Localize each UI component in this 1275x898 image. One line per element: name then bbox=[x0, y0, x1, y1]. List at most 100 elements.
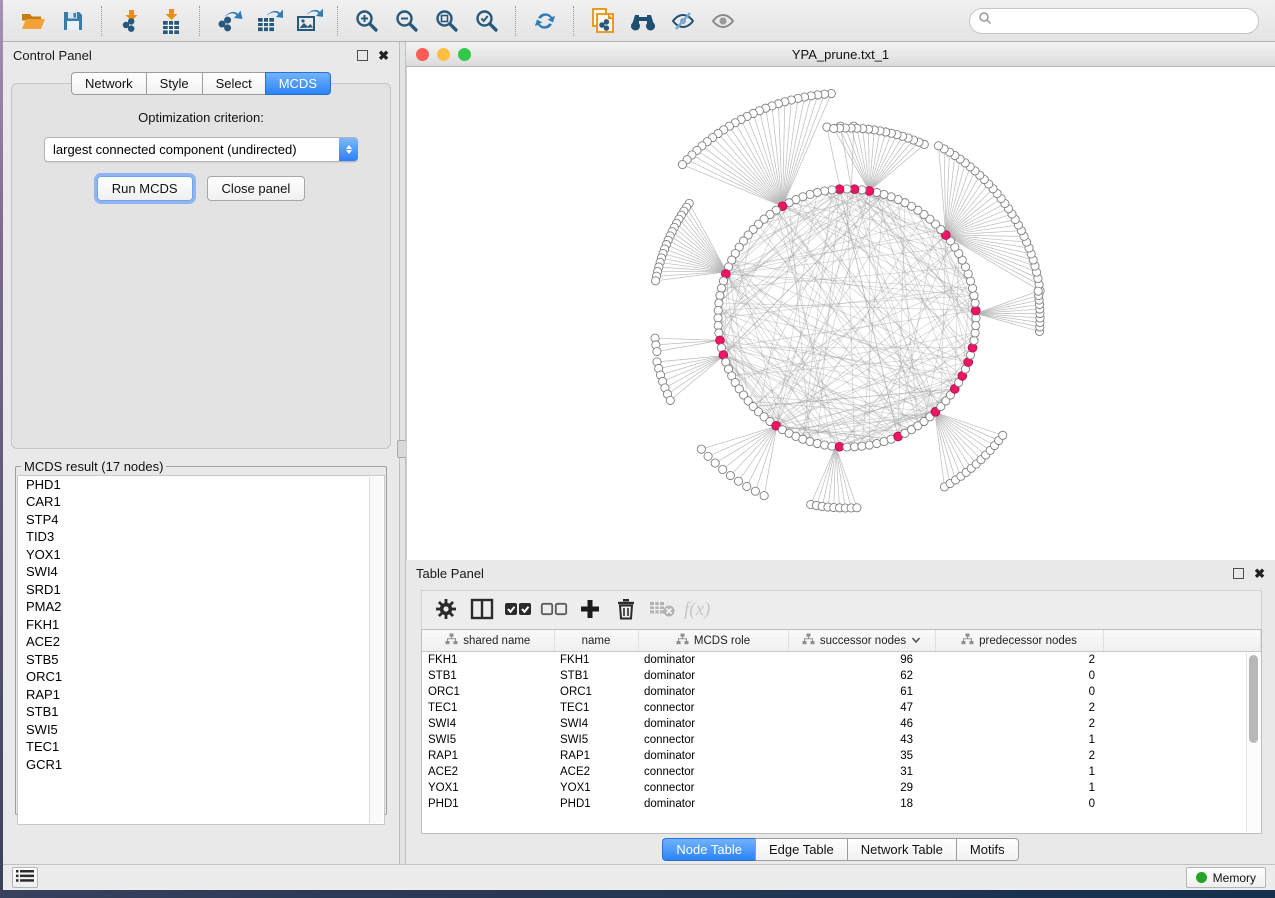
cell-predecessor-nodes[interactable]: 1 bbox=[935, 780, 1103, 796]
table-row[interactable]: PHD1PHD1dominator180 bbox=[422, 796, 1261, 812]
column-header-successor-nodes[interactable]: successor nodes bbox=[788, 630, 935, 652]
cell-predecessor-nodes[interactable]: 2 bbox=[935, 652, 1103, 669]
scrollbar-thumb[interactable] bbox=[1249, 655, 1258, 743]
tab-node-table[interactable]: Node Table bbox=[662, 838, 755, 861]
optimization-criterion-select[interactable]: largest connected component (undirected) bbox=[44, 137, 358, 162]
cell-MCDS-role[interactable]: connector bbox=[638, 780, 788, 796]
run-mcds-button[interactable]: Run MCDS bbox=[97, 176, 193, 201]
cell-successor-nodes[interactable]: 35 bbox=[788, 748, 935, 764]
delete-column-button[interactable] bbox=[610, 595, 642, 625]
cell-MCDS-role[interactable]: dominator bbox=[638, 716, 788, 732]
network-graph[interactable] bbox=[407, 67, 1274, 560]
network-canvas[interactable] bbox=[406, 67, 1275, 560]
show-hidden-button[interactable] bbox=[703, 4, 743, 38]
cell-shared-name[interactable]: SWI4 bbox=[422, 716, 554, 732]
mcds-result-item[interactable]: PMA2 bbox=[18, 599, 384, 617]
table-row[interactable]: ACE2ACE2connector311 bbox=[422, 764, 1261, 780]
cell-successor-nodes[interactable]: 47 bbox=[788, 700, 935, 716]
tab-style[interactable]: Style bbox=[146, 72, 202, 95]
cell-predecessor-nodes[interactable]: 1 bbox=[935, 764, 1103, 780]
table-row[interactable]: SWI5SWI5connector431 bbox=[422, 732, 1261, 748]
table-row[interactable]: RAP1RAP1dominator352 bbox=[422, 748, 1261, 764]
cell-shared-name[interactable]: SWI5 bbox=[422, 732, 554, 748]
window-minimize-button[interactable] bbox=[437, 48, 450, 61]
cell-predecessor-nodes[interactable]: 1 bbox=[935, 732, 1103, 748]
cell-MCDS-role[interactable]: dominator bbox=[638, 748, 788, 764]
add-column-button[interactable] bbox=[574, 595, 606, 625]
open-file-button[interactable] bbox=[13, 4, 53, 38]
cell-successor-nodes[interactable]: 43 bbox=[788, 732, 935, 748]
cell-MCDS-role[interactable]: connector bbox=[638, 764, 788, 780]
zoom-fit-button[interactable] bbox=[427, 4, 467, 38]
cell-predecessor-nodes[interactable]: 0 bbox=[935, 668, 1103, 684]
select-all-button[interactable] bbox=[502, 595, 534, 625]
cell-MCDS-role[interactable]: dominator bbox=[638, 684, 788, 700]
save-session-button[interactable] bbox=[53, 4, 93, 38]
cell-shared-name[interactable]: ORC1 bbox=[422, 684, 554, 700]
gear-button[interactable] bbox=[430, 595, 462, 625]
mcds-result-item[interactable]: STB5 bbox=[18, 651, 384, 669]
cell-predecessor-nodes[interactable]: 2 bbox=[935, 700, 1103, 716]
cell-successor-nodes[interactable]: 62 bbox=[788, 668, 935, 684]
cell-name[interactable]: STB1 bbox=[554, 668, 638, 684]
cell-successor-nodes[interactable]: 18 bbox=[788, 796, 935, 812]
memory-button[interactable]: Memory bbox=[1186, 867, 1266, 888]
export-network-button[interactable] bbox=[209, 4, 249, 38]
mcds-result-list[interactable]: PHD1CAR1STP4TID3YOX1SWI4SRD1PMA2FKH1ACE2… bbox=[17, 475, 385, 825]
cell-name[interactable]: PHD1 bbox=[554, 796, 638, 812]
zoom-out-button[interactable] bbox=[387, 4, 427, 38]
zoom-selected-button[interactable] bbox=[467, 4, 507, 38]
mcds-result-item[interactable]: STB1 bbox=[18, 704, 384, 722]
hide-selected-button[interactable] bbox=[663, 4, 703, 38]
task-history-button[interactable] bbox=[12, 867, 38, 888]
window-maximize-button[interactable] bbox=[458, 48, 471, 61]
mcds-result-item[interactable]: PHD1 bbox=[18, 476, 384, 494]
mcds-result-item[interactable]: TID3 bbox=[18, 529, 384, 547]
mcds-result-item[interactable]: SRD1 bbox=[18, 581, 384, 599]
cell-predecessor-nodes[interactable]: 2 bbox=[935, 716, 1103, 732]
cell-MCDS-role[interactable]: dominator bbox=[638, 652, 788, 669]
cell-MCDS-role[interactable]: dominator bbox=[638, 796, 788, 812]
mcds-result-item[interactable]: RAP1 bbox=[18, 686, 384, 704]
cell-name[interactable]: YOX1 bbox=[554, 780, 638, 796]
table-row[interactable]: FKH1FKH1dominator962 bbox=[422, 652, 1261, 669]
mcds-list-scrollbar[interactable] bbox=[369, 477, 383, 823]
column-header-name[interactable]: name bbox=[554, 630, 638, 652]
table-row[interactable]: SWI4SWI4dominator462 bbox=[422, 716, 1261, 732]
deselect-all-button[interactable] bbox=[538, 595, 570, 625]
mcds-result-item[interactable]: CAR1 bbox=[18, 494, 384, 512]
cell-name[interactable]: TEC1 bbox=[554, 700, 638, 716]
find-binoculars-button[interactable] bbox=[623, 4, 663, 38]
apply-layout-button[interactable] bbox=[525, 4, 565, 38]
mcds-result-item[interactable]: ACE2 bbox=[18, 634, 384, 652]
cell-successor-nodes[interactable]: 96 bbox=[788, 652, 935, 669]
search-box[interactable] bbox=[969, 8, 1259, 34]
cell-shared-name[interactable]: YOX1 bbox=[422, 780, 554, 796]
cell-MCDS-role[interactable]: dominator bbox=[638, 668, 788, 684]
zoom-in-button[interactable] bbox=[347, 4, 387, 38]
mcds-result-item[interactable]: YOX1 bbox=[18, 546, 384, 564]
column-header-shared-name[interactable]: shared name bbox=[422, 630, 554, 652]
cell-name[interactable]: FKH1 bbox=[554, 652, 638, 669]
table-panel-close-button[interactable]: ✖ bbox=[1254, 569, 1265, 578]
mcds-result-item[interactable]: TEC1 bbox=[18, 739, 384, 757]
table-row[interactable]: ORC1ORC1dominator610 bbox=[422, 684, 1261, 700]
cell-MCDS-role[interactable]: connector bbox=[638, 700, 788, 716]
mcds-result-item[interactable]: SWI5 bbox=[18, 721, 384, 739]
tab-network-table[interactable]: Network Table bbox=[847, 838, 956, 861]
clone-network-button[interactable] bbox=[583, 4, 623, 38]
cell-name[interactable]: ORC1 bbox=[554, 684, 638, 700]
cell-predecessor-nodes[interactable]: 0 bbox=[935, 684, 1103, 700]
table-row[interactable]: YOX1YOX1connector291 bbox=[422, 780, 1261, 796]
tab-select[interactable]: Select bbox=[202, 72, 265, 95]
cell-shared-name[interactable]: RAP1 bbox=[422, 748, 554, 764]
cell-successor-nodes[interactable]: 29 bbox=[788, 780, 935, 796]
export-image-button[interactable] bbox=[289, 4, 329, 38]
cell-name[interactable]: RAP1 bbox=[554, 748, 638, 764]
cell-shared-name[interactable]: PHD1 bbox=[422, 796, 554, 812]
control-panel-float-button[interactable] bbox=[357, 50, 368, 61]
mcds-result-item[interactable]: SWI4 bbox=[18, 564, 384, 582]
mcds-result-item[interactable]: STP4 bbox=[18, 511, 384, 529]
tab-network[interactable]: Network bbox=[71, 72, 146, 95]
cell-shared-name[interactable]: FKH1 bbox=[422, 652, 554, 669]
